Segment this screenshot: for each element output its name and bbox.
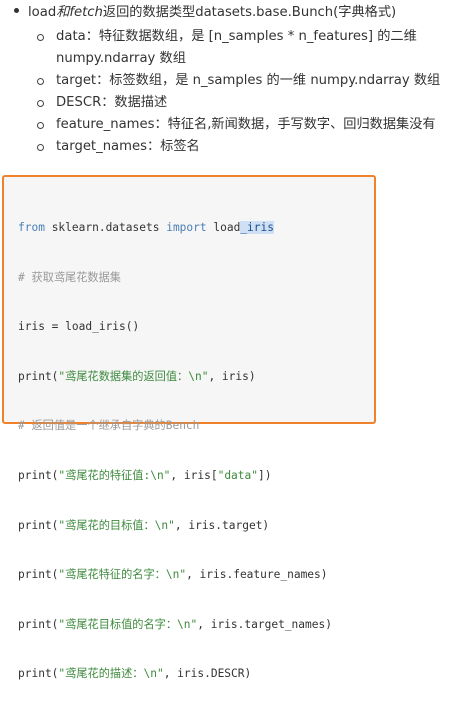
circle-bullet-icon [37,144,44,151]
code-token: , iris.DESCR) [163,667,252,681]
list-item-text: DESCR：数据描述 [56,95,168,110]
list-item-text: numpy.ndarray 数组 [56,51,186,66]
list-item-feature-names: feature_names：特征名,新闻数据，手写数字、回归数据集没有 [32,114,452,136]
keyword-import: import [166,221,207,234]
list-item-descr: DESCR：数据描述 [32,92,452,114]
string-literal: "鸢尾花特征的名字：\n" [58,568,187,582]
code-lines: from sklearn.datasets import load_iris #… [18,190,332,712]
list-item-text: feature_names：特征名,新闻数据，手写数字、回归数据集没有 [56,117,436,132]
code-line-print-return: print("鸢尾花数据集的返回值：\n", iris) [18,365,332,389]
function-name: load [206,221,241,234]
list-item-data: data：特征数据数组，是 [n_samples * n_features] 的… [32,26,452,48]
string-literal: "鸢尾花的描述：\n" [58,667,164,681]
code-line-print-descr: print("鸢尾花的描述：\n", iris.DESCR) [18,662,332,686]
code-line-print-target-names: print("鸢尾花目标值的名字：\n", iris.target_names) [18,613,332,637]
code-line-print-target: print("鸢尾花的目标值：\n", iris.target) [18,514,332,538]
string-literal: "data" [217,468,258,482]
list-item-text: target：标签数组，是 n_samples 的一维 numpy.ndarra… [56,73,441,88]
string-literal: "鸢尾花目标值的名字：\n" [58,617,198,631]
list-item-target-names: target_names：标签名 [32,136,452,158]
circle-bullet-icon [37,100,44,107]
selected-text[interactable]: _iris [240,221,274,234]
string-literal: "鸢尾花的目标值：\n" [58,518,175,532]
code-token: print( [18,568,59,582]
code-token: , iris.target_names) [197,617,332,631]
list-item-text: target_names：标签名 [56,139,200,154]
code-token: , iris[ [170,468,218,482]
bullet-text-italic: 和fetch [56,5,103,20]
code-block[interactable]: from sklearn.datasets import load_iris #… [2,175,376,680]
code-comment-line: # 获取鸢尾花数据集 [18,270,121,284]
code-line-print-data: print("鸢尾花的特征值:\n", iris["data"]) [18,464,332,488]
bullet-dot-icon [14,8,19,13]
bullet-text: load和fetch返回的数据类型datasets.base.Bunch(字典格… [28,2,396,24]
code-token: print( [18,468,59,482]
circle-bullet-icon [37,34,44,41]
bunch-type-bullet: load和fetch返回的数据类型datasets.base.Bunch(字典格… [0,2,396,24]
code-token: print( [18,369,59,383]
code-token: , iris) [208,369,256,383]
list-item-text: data：特征数据数组，是 [n_samples * n_features] 的… [56,29,417,44]
string-literal: "鸢尾花的特征值:\n" [58,468,171,482]
bullet-text-suffix: 返回的数据类型datasets.base.Bunch(字典格式) [102,5,397,20]
list-item-data-continued: numpy.ndarray 数组 [32,48,452,70]
circle-bullet-icon [37,78,44,85]
list-item-target: target：标签数组，是 n_samples 的一维 numpy.ndarra… [32,70,452,92]
code-token: ]) [258,468,272,482]
bullet-text-prefix: load [28,5,57,20]
code-token: , iris.feature_names) [186,568,328,582]
code-line-import: from sklearn.datasets import load_iris [18,216,332,240]
keyword-from: from [18,221,45,234]
code-line-print-feature-names: print("鸢尾花特征的名字：\n", iris.feature_names) [18,563,332,587]
code-token: print( [18,617,59,631]
code-token: print( [18,667,59,681]
code-token: print( [18,518,59,532]
circle-bullet-icon [37,122,44,129]
module-name: sklearn.datasets [44,221,167,234]
code-comment-line: # 返回值是一个继承自字典的Bench [18,419,200,433]
string-literal: "鸢尾花数据集的返回值：\n" [58,369,209,383]
code-line-load: iris = load_iris() [18,320,140,334]
code-token: , iris.target) [174,518,270,532]
attribute-list: data：特征数据数组，是 [n_samples * n_features] 的… [32,26,452,158]
